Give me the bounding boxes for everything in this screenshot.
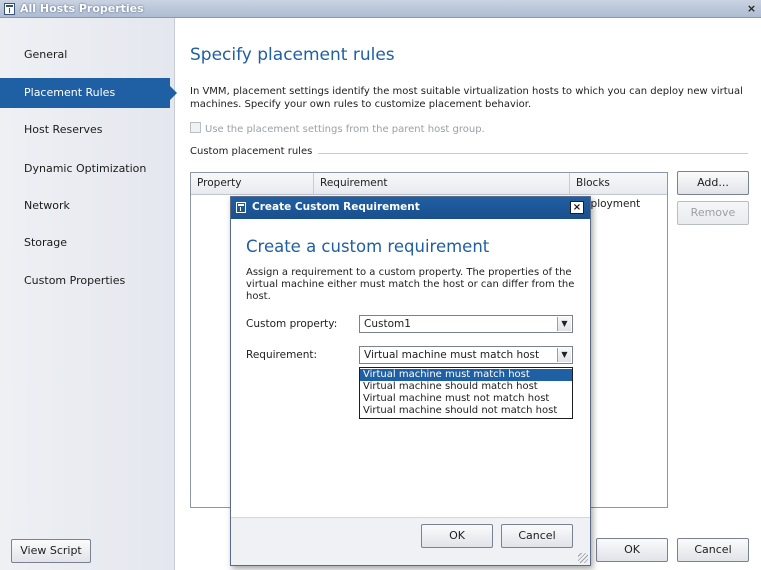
requirement-option[interactable]: Virtual machine should match host [360, 381, 572, 393]
add-button[interactable]: Add... [677, 171, 749, 195]
ok-button[interactable]: OK [596, 538, 668, 562]
requirement-value: Virtual machine must match host [364, 349, 540, 361]
column-header-requirement[interactable]: Requirement [314, 173, 570, 194]
parent-settings-row: Use the placement settings from the pare… [190, 122, 485, 135]
requirement-option[interactable]: Virtual machine must not match host [360, 393, 572, 405]
requirement-label: Requirement: [246, 349, 318, 361]
view-script-button[interactable]: View Script [11, 539, 91, 563]
create-custom-requirement-dialog: Create Custom Requirement × Create a cus… [230, 196, 591, 566]
chevron-down-icon[interactable]: ▼ [557, 348, 571, 362]
dialog-description: Assign a requirement to a custom propert… [246, 267, 575, 302]
page-description: In VMM, placement settings identify the … [190, 86, 743, 110]
sidebar: General Placement Rules Host Reserves Dy… [0, 18, 177, 570]
custom-property-combobox[interactable]: Custom1 ▼ [359, 315, 573, 333]
column-header-blocks-deployment[interactable]: Blocks Deployment [570, 173, 667, 210]
custom-rules-group-label: Custom placement rules [190, 146, 319, 157]
column-header-property[interactable]: Property [191, 173, 314, 194]
dialog-title: Create Custom Requirement [252, 201, 420, 213]
dialog-ok-button[interactable]: OK [421, 524, 493, 548]
requirement-combobox[interactable]: Virtual machine must match host ▼ [359, 346, 573, 364]
dialog-cancel-button[interactable]: Cancel [501, 524, 573, 548]
remove-button[interactable]: Remove [677, 201, 749, 225]
window-icon [4, 3, 15, 15]
resize-grip-icon[interactable] [578, 553, 588, 563]
chevron-down-icon[interactable]: ▼ [557, 317, 571, 331]
sidebar-item-dynamic-optimization[interactable]: Dynamic Optimization [0, 154, 175, 184]
sidebar-item-storage[interactable]: Storage [0, 228, 175, 258]
sidebar-item-custom-properties[interactable]: Custom Properties [0, 266, 175, 296]
page-title: Specify placement rules [190, 45, 395, 65]
custom-property-label: Custom property: [246, 318, 338, 330]
requirement-dropdown-list[interactable]: Virtual machine must match host Virtual … [359, 367, 573, 419]
dialog-titlebar: Create Custom Requirement × [231, 197, 590, 219]
requirement-option[interactable]: Virtual machine should not match host [360, 405, 572, 417]
dialog-close-button[interactable]: × [570, 201, 584, 214]
window-titlebar: All Hosts Properties × [0, 0, 761, 18]
sidebar-item-placement-rules[interactable]: Placement Rules [0, 78, 177, 108]
sidebar-item-host-reserves[interactable]: Host Reserves [0, 115, 175, 145]
parent-settings-label: Use the placement settings from the pare… [205, 124, 485, 135]
parent-settings-checkbox[interactable] [190, 122, 201, 133]
window-title: All Hosts Properties [20, 2, 144, 15]
cancel-button[interactable]: Cancel [677, 538, 749, 562]
dialog-heading: Create a custom requirement [246, 237, 490, 256]
requirement-option[interactable]: Virtual machine must match host [360, 369, 572, 381]
dialog-window-icon [236, 202, 246, 213]
sidebar-item-general[interactable]: General [0, 40, 175, 70]
dialog-footer: OK Cancel [231, 517, 590, 565]
window-close-button[interactable]: × [745, 2, 758, 15]
sidebar-item-network[interactable]: Network [0, 191, 175, 221]
custom-property-value: Custom1 [364, 318, 411, 330]
table-header: Property Requirement Blocks Deployment [191, 173, 667, 210]
